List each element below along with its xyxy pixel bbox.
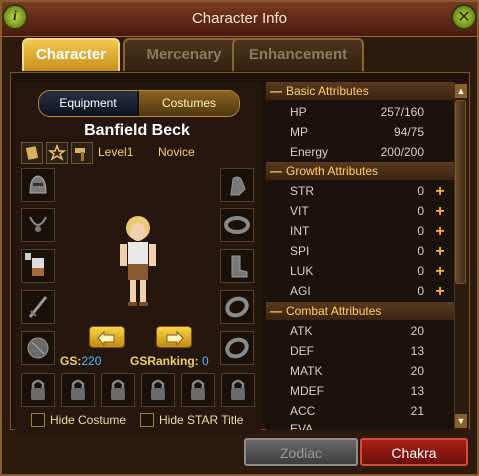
locked-slot[interactable] — [101, 373, 135, 407]
section-growth-attributes[interactable]: — Growth Attributes — [266, 162, 454, 180]
ring-icon — [225, 296, 249, 318]
zodiac-button[interactable]: Zodiac — [244, 438, 358, 466]
title-bar: i Character Info ✕ — [2, 2, 477, 37]
attr-row-hp: HP 257/160 — [290, 105, 424, 119]
boot-icon — [231, 255, 248, 278]
attr-row-energy: Energy 200/200 — [290, 145, 424, 159]
rank-label: Novice — [158, 145, 195, 159]
necklace-slot[interactable] — [21, 208, 55, 242]
attr-row-mp: MP 94/75 — [290, 125, 424, 139]
costumes-toggle[interactable]: Costumes — [139, 91, 239, 116]
attr-row-vit: VIT 0 — [290, 204, 424, 218]
int-plus-button[interactable]: + — [434, 224, 446, 240]
attr-row-acc: ACC 21 — [290, 404, 424, 418]
lock-icon — [111, 379, 125, 400]
attr-row-str: STR 0 — [290, 184, 424, 198]
gs-ranking: GSRanking: 0 — [130, 354, 209, 368]
weapon-slot[interactable] — [21, 290, 55, 324]
locked-slot[interactable] — [61, 373, 95, 407]
locked-slot[interactable] — [21, 373, 55, 407]
belt-slot[interactable] — [220, 208, 254, 242]
star-icon[interactable] — [46, 142, 68, 164]
note-icon[interactable] — [21, 142, 43, 164]
costume-armor-icon — [25, 253, 44, 276]
section-combat-attributes[interactable]: — Combat Attributes — [266, 302, 454, 320]
rotate-left-button[interactable] — [89, 326, 125, 348]
character-avatar — [108, 212, 168, 312]
attr-row-agi: AGI 0 — [290, 284, 424, 298]
necklace-icon — [29, 216, 47, 232]
armor-slot[interactable] — [21, 249, 55, 283]
shield-slot[interactable] — [21, 331, 55, 365]
agi-plus-button[interactable]: + — [434, 284, 446, 300]
helmet-icon — [29, 175, 47, 194]
locked-slot[interactable] — [141, 373, 175, 407]
attr-row-eva: EVA — [290, 422, 314, 430]
attr-row-spi: SPI 0 — [290, 244, 424, 258]
locked-slot[interactable] — [221, 373, 255, 407]
lock-icon — [231, 379, 245, 400]
belt-icon — [224, 216, 250, 234]
sword-icon — [28, 296, 48, 318]
rotate-left-icon — [97, 330, 115, 347]
tab-enhancement[interactable]: Enhancement — [232, 38, 364, 71]
gloves-slot[interactable] — [220, 168, 254, 202]
scroll-up-icon[interactable]: ▲ — [455, 84, 467, 98]
ring-slot-1[interactable] — [220, 290, 254, 324]
scroll-thumb[interactable] — [455, 100, 466, 284]
close-button[interactable]: ✕ — [451, 4, 477, 30]
gs-score: GS:220 — [60, 354, 102, 368]
level-label: Level1 — [98, 145, 134, 159]
helmet-slot[interactable] — [21, 168, 55, 202]
attr-row-matk: MATK 20 — [290, 364, 424, 378]
shield-icon — [27, 337, 49, 359]
section-basic-attributes[interactable]: — Basic Attributes — [266, 82, 454, 100]
attr-row-int: INT 0 — [290, 224, 424, 238]
window-title: Character Info — [191, 10, 288, 27]
attr-row-atk: ATK 20 — [290, 324, 424, 338]
tab-mercenary[interactable]: Mercenary — [123, 38, 245, 71]
chakra-button[interactable]: Chakra — [360, 438, 468, 466]
hide-star-title-label: Hide STAR Title — [159, 413, 244, 427]
ring-slot-2[interactable] — [220, 331, 254, 365]
vit-plus-button[interactable]: + — [434, 204, 446, 220]
hide-star-title-checkbox[interactable] — [140, 413, 154, 427]
hide-costume-checkbox[interactable] — [31, 413, 45, 427]
hammer-icon[interactable] — [71, 142, 93, 164]
luk-plus-button[interactable]: + — [434, 264, 446, 280]
lock-icon — [191, 379, 205, 400]
equipment-toggle[interactable]: Equipment — [39, 91, 137, 116]
tab-character[interactable]: Character — [22, 38, 120, 71]
scroll-down-icon[interactable]: ▼ — [455, 414, 467, 428]
attr-row-luk: LUK 0 — [290, 264, 424, 278]
character-name: Banfield Beck — [84, 122, 190, 139]
lock-icon — [31, 379, 45, 400]
ring-icon — [225, 337, 249, 359]
equipment-costume-switch: Equipment Costumes — [38, 90, 240, 117]
boots-slot[interactable] — [220, 249, 254, 283]
attr-row-def: DEF 13 — [290, 344, 424, 358]
rotate-right-icon — [166, 330, 184, 347]
spi-plus-button[interactable]: + — [434, 244, 446, 260]
lock-icon — [151, 379, 165, 400]
attr-row-mdef: MDEF 13 — [290, 384, 424, 398]
glove-icon — [230, 176, 246, 196]
str-plus-button[interactable]: + — [434, 184, 446, 200]
rotate-right-button[interactable] — [156, 326, 192, 348]
lock-icon — [71, 379, 85, 400]
locked-slot[interactable] — [181, 373, 215, 407]
hide-costume-label: Hide Costume — [50, 413, 127, 427]
